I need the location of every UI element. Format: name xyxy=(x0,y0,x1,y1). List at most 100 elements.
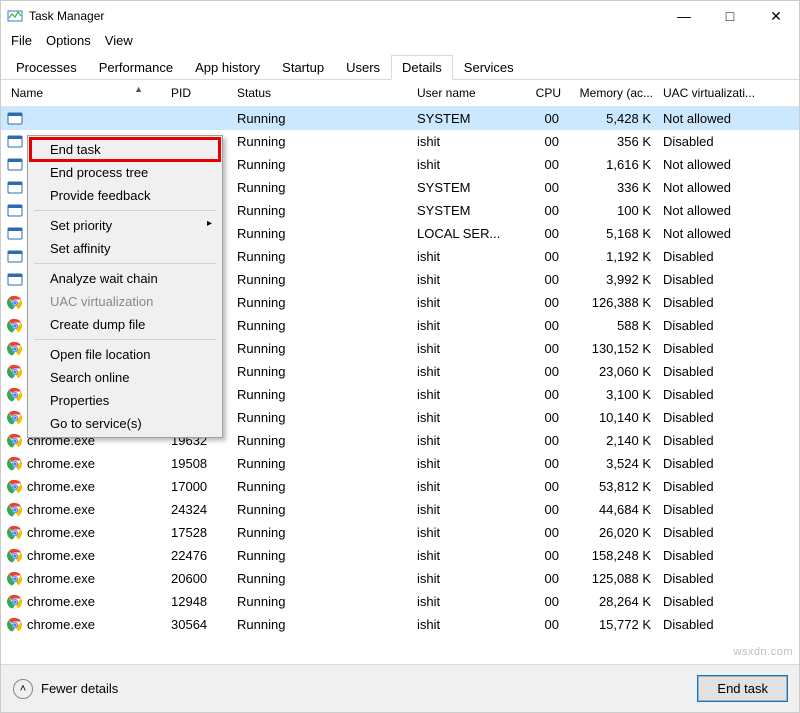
table-row[interactable]: chrome.exe12948Runningishit0028,264 KDis… xyxy=(1,590,799,613)
process-memory: 3,100 K xyxy=(567,383,659,406)
header-user[interactable]: User name xyxy=(417,86,527,100)
tab-details[interactable]: Details xyxy=(391,55,453,80)
process-uac: Disabled xyxy=(659,613,799,632)
process-cpu: 00 xyxy=(527,245,567,268)
ctx-provide-feedback[interactable]: Provide feedback xyxy=(30,184,220,207)
maximize-button[interactable]: □ xyxy=(707,1,753,31)
process-uac: Disabled xyxy=(659,475,799,498)
menu-options[interactable]: Options xyxy=(46,33,91,48)
process-status: Running xyxy=(237,291,417,314)
ctx-set-affinity[interactable]: Set affinity xyxy=(30,237,220,260)
process-status: Running xyxy=(237,337,417,360)
tab-processes[interactable]: Processes xyxy=(5,55,88,80)
process-cpu: 00 xyxy=(527,130,567,153)
process-user: ishit xyxy=(417,590,527,613)
ctx-search-online[interactable]: Search online xyxy=(30,366,220,389)
chrome-icon xyxy=(7,341,23,357)
process-user: LOCAL SER... xyxy=(417,222,527,245)
chrome-icon xyxy=(7,548,23,564)
process-user: ishit xyxy=(417,337,527,360)
submenu-arrow-icon: ▸ xyxy=(207,218,212,229)
tab-startup[interactable]: Startup xyxy=(271,55,335,80)
table-row[interactable]: RunningSYSTEM005,428 KNot allowed xyxy=(1,107,799,130)
header-uac[interactable]: UAC virtualizati... xyxy=(659,86,799,100)
end-task-button[interactable]: End task xyxy=(698,676,787,701)
process-name: chrome.exe xyxy=(27,567,95,590)
chrome-icon xyxy=(7,617,23,633)
ctx-separator xyxy=(34,339,216,340)
ctx-properties[interactable]: Properties xyxy=(30,389,220,412)
table-row[interactable]: chrome.exe20600Runningishit00125,088 KDi… xyxy=(1,567,799,590)
process-status: Running xyxy=(237,613,417,632)
process-cpu: 00 xyxy=(527,452,567,475)
process-user: ishit xyxy=(417,153,527,176)
ctx-open-file-location[interactable]: Open file location xyxy=(30,343,220,366)
minimize-button[interactable]: — xyxy=(661,1,707,31)
ctx-analyze-wait-chain[interactable]: Analyze wait chain xyxy=(30,267,220,290)
chrome-icon xyxy=(7,318,23,334)
menu-file[interactable]: File xyxy=(11,33,32,48)
tab-performance[interactable]: Performance xyxy=(88,55,184,80)
process-cpu: 00 xyxy=(527,429,567,452)
process-user: ishit xyxy=(417,521,527,544)
table-row[interactable]: chrome.exe30564Runningishit0015,772 KDis… xyxy=(1,613,799,632)
app-icon xyxy=(7,111,23,127)
table-row[interactable]: chrome.exe24324Runningishit0044,684 KDis… xyxy=(1,498,799,521)
process-cpu: 00 xyxy=(527,406,567,429)
close-button[interactable]: ✕ xyxy=(753,1,799,31)
ctx-create-dump-file[interactable]: Create dump file xyxy=(30,313,220,336)
table-row[interactable]: chrome.exe17528Runningishit0026,020 KDis… xyxy=(1,521,799,544)
process-cpu: 00 xyxy=(527,268,567,291)
process-status: Running xyxy=(237,475,417,498)
process-memory: 588 K xyxy=(567,314,659,337)
process-pid: 19508 xyxy=(171,452,237,475)
tab-services[interactable]: Services xyxy=(453,55,525,80)
process-user: ishit xyxy=(417,406,527,429)
chrome-icon xyxy=(7,456,23,472)
tab-app-history[interactable]: App history xyxy=(184,55,271,80)
footer: ˄ Fewer details End task xyxy=(1,664,799,712)
tab-users[interactable]: Users xyxy=(335,55,391,80)
ctx-go-to-services[interactable]: Go to service(s) xyxy=(30,412,220,435)
process-user: SYSTEM xyxy=(417,107,527,130)
ctx-end-task[interactable]: End task xyxy=(29,137,221,162)
process-user: ishit xyxy=(417,291,527,314)
process-uac: Disabled xyxy=(659,291,799,314)
process-status: Running xyxy=(237,498,417,521)
chevron-up-icon: ˄ xyxy=(13,679,33,699)
menu-view[interactable]: View xyxy=(105,33,133,48)
process-status: Running xyxy=(237,360,417,383)
header-cpu[interactable]: CPU xyxy=(527,86,567,100)
process-cpu: 00 xyxy=(527,590,567,613)
process-status: Running xyxy=(237,314,417,337)
app-icon xyxy=(7,249,23,265)
menubar: File Options View xyxy=(1,31,799,54)
ctx-set-priority[interactable]: Set priority ▸ xyxy=(30,214,220,237)
process-status: Running xyxy=(237,544,417,567)
table-row[interactable]: chrome.exe17000Runningishit0053,812 KDis… xyxy=(1,475,799,498)
header-name[interactable]: Name ▲ xyxy=(1,86,171,100)
process-pid xyxy=(171,107,237,130)
process-memory: 130,152 K xyxy=(567,337,659,360)
chrome-icon xyxy=(7,502,23,518)
process-uac: Disabled xyxy=(659,406,799,429)
process-memory: 10,140 K xyxy=(567,406,659,429)
table-row[interactable]: chrome.exe22476Runningishit00158,248 KDi… xyxy=(1,544,799,567)
process-name: chrome.exe xyxy=(27,521,95,544)
process-uac: Disabled xyxy=(659,360,799,383)
chrome-icon xyxy=(7,410,23,426)
process-status: Running xyxy=(237,383,417,406)
process-cpu: 00 xyxy=(527,498,567,521)
header-status[interactable]: Status xyxy=(237,86,417,100)
process-uac: Not allowed xyxy=(659,199,799,222)
header-pid[interactable]: PID xyxy=(171,86,237,100)
process-cpu: 00 xyxy=(527,199,567,222)
process-status: Running xyxy=(237,107,417,130)
header-memory[interactable]: Memory (ac... xyxy=(567,86,659,100)
ctx-end-process-tree[interactable]: End process tree xyxy=(30,161,220,184)
process-user: ishit xyxy=(417,130,527,153)
process-pid: 22476 xyxy=(171,544,237,567)
table-row[interactable]: chrome.exe19508Runningishit003,524 KDisa… xyxy=(1,452,799,475)
chrome-icon xyxy=(7,594,23,610)
fewer-details-toggle[interactable]: ˄ Fewer details xyxy=(13,679,118,699)
